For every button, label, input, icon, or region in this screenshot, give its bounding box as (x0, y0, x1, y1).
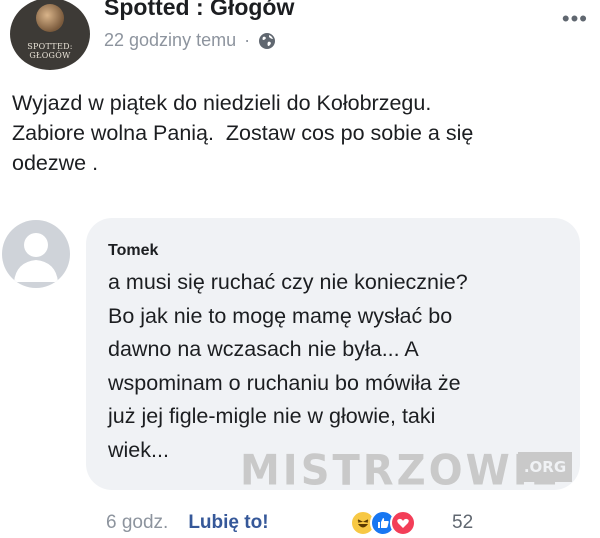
page-avatar[interactable]: SPOTTED: GŁOGÓW (10, 0, 90, 70)
reaction-icons[interactable] (350, 508, 416, 538)
watermark-text: MISTRZOWIE (240, 446, 561, 496)
watermark-suffix: .ORG (518, 452, 572, 482)
comment-author[interactable]: Tomek (108, 242, 158, 260)
post-text: Wyjazd w piątek do niedzieli do Kołobrze… (12, 91, 474, 175)
comment-actions: 6 godz. Lubię to! (106, 508, 269, 538)
comment-avatar[interactable] (2, 220, 70, 288)
comment-time[interactable]: 6 godz. (106, 512, 168, 534)
more-options-button[interactable]: ••• (562, 6, 588, 32)
comment-text: a musi się ruchać czy nie koniecznie? Bo… (108, 270, 468, 462)
reaction-count[interactable]: 52 (452, 508, 473, 538)
globe-icon[interactable] (258, 32, 276, 50)
like-button[interactable]: Lubię to! (188, 512, 268, 534)
page-name[interactable]: Spotted : Głogów (104, 0, 294, 21)
love-icon (390, 510, 416, 536)
post-header: SPOTTED: GŁOGÓW Spotted : Głogów 22 godz… (0, 0, 600, 80)
post-meta: 22 godziny temu · (104, 30, 276, 51)
default-user-icon (14, 233, 58, 282)
meta-separator: · (244, 30, 251, 50)
avatar-logo-text: SPOTTED: GŁOGÓW (27, 42, 73, 60)
post-time[interactable]: 22 godziny temu (104, 30, 236, 51)
avatar-photo (36, 4, 64, 32)
